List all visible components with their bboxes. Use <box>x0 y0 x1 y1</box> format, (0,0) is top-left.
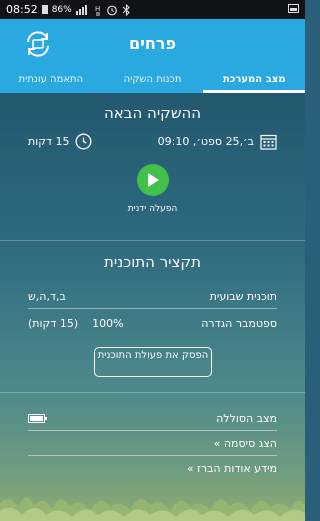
row-divider <box>28 308 277 309</box>
svg-text:H: H <box>95 5 100 13</box>
bluetooth-icon <box>122 3 130 16</box>
tab-seasonal-adjustment[interactable]: התאמה עונתית <box>0 69 102 93</box>
section-divider-2 <box>0 392 305 393</box>
signal-icon <box>75 4 87 15</box>
section-divider <box>0 240 305 241</box>
about-faucet-link[interactable]: מידע אודות הברז » <box>28 462 277 475</box>
grass-decoration <box>0 497 305 521</box>
app-header: פרחים <box>0 19 305 69</box>
month-setting-row: (15 דקות) 100% ספטמבר הגדרה <box>28 317 277 330</box>
tab-irrigation-programming[interactable]: תכנות השקיה <box>102 69 204 93</box>
tab-system-status[interactable]: מצב המערכת <box>203 69 305 93</box>
tab-bar: מצב המערכת תכנות השקיה התאמה עונתית <box>0 69 305 93</box>
row-divider <box>28 430 277 431</box>
duration-text: 15 דקות <box>28 135 70 148</box>
battery-status-icon <box>288 4 299 13</box>
battery-small-icon <box>41 5 48 14</box>
manual-run-button[interactable] <box>137 164 169 196</box>
battery-status-label: מצב הסוללה <box>216 412 277 425</box>
main-content: ההשקיה הבאה 15 דקות ב׳,25 ספט׳, 09:10 הפ… <box>0 93 305 521</box>
sync-button[interactable] <box>22 29 54 59</box>
clock-icon <box>75 133 91 150</box>
clock: 08:52 <box>6 3 38 16</box>
program-summary-title: תקציר התוכנית <box>104 253 201 271</box>
next-irrigation-row: 15 דקות ב׳,25 ספט׳, 09:10 <box>28 133 277 150</box>
status-bar: 08:52 86% H <box>0 0 305 19</box>
show-password-link[interactable]: הצג סיסמה » <box>28 437 277 450</box>
next-irrigation-title: ההשקיה הבאה <box>103 104 202 122</box>
weekly-program-row: ב,ד,ה,ש תוכנית שבועית <box>28 290 277 303</box>
sync-device-icon <box>27 31 49 57</box>
row-divider <box>28 455 277 456</box>
battery-percent: 86% <box>51 4 72 15</box>
weekly-days: ב,ד,ה,ש <box>28 290 66 303</box>
hplus-icon: H <box>95 5 100 16</box>
month-setting-label: ספטמבר הגדרה <box>201 317 277 330</box>
percent-text: 100% <box>92 317 124 330</box>
battery-status-row: מצב הסוללה <box>28 412 277 425</box>
weekly-program-label: תוכנית שבועית <box>209 290 277 303</box>
minutes-text: (15 דקות) <box>28 317 79 330</box>
battery-icon <box>28 414 47 423</box>
next-datetime-text: ב׳,25 ספט׳, 09:10 <box>157 135 254 148</box>
stop-program-button[interactable]: הפסק את פעולת התוכנית <box>94 347 212 377</box>
calendar-icon <box>260 134 277 150</box>
manual-run-label: הפעלה ידנית <box>127 204 178 214</box>
alarm-icon <box>106 5 117 15</box>
play-icon <box>148 173 159 187</box>
